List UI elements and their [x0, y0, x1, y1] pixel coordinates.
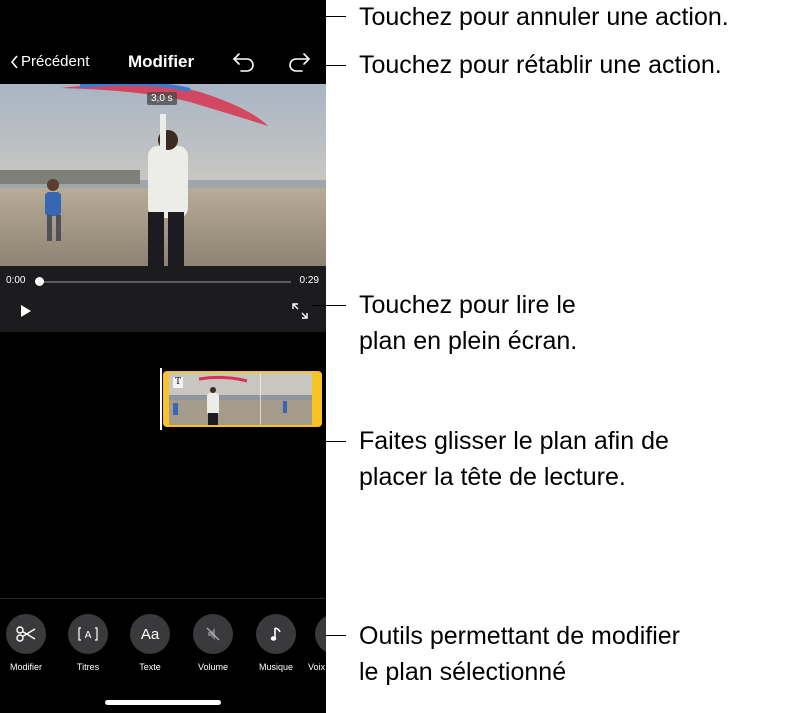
- play-button[interactable]: [20, 304, 32, 323]
- callout-playhead-line1: Faites glisser le plan afin de: [359, 427, 669, 455]
- callout-undo: Touchez pour annuler une action.: [359, 3, 729, 31]
- microphone-icon: [315, 614, 326, 654]
- titles-icon: A: [68, 614, 108, 654]
- tool-texte[interactable]: Aa Texte: [127, 614, 173, 672]
- tool-volume[interactable]: Volume: [190, 614, 236, 672]
- tool-musique[interactable]: Musique: [253, 614, 299, 672]
- undo-leader-line: [249, 16, 250, 46]
- expand-icon: [292, 303, 308, 319]
- back-button-label: Précédent: [21, 53, 90, 70]
- text-icon: Aa: [130, 614, 170, 654]
- tool-label: Volume: [197, 662, 229, 672]
- clip-thumbnails: [169, 373, 312, 425]
- title-marker-icon: T: [173, 377, 183, 388]
- home-indicator: [105, 700, 221, 705]
- iphone-screen: Précédent Modifier 3,0 s 0:00 0:29 T Mod…: [0, 0, 326, 713]
- tool-label: Titres: [76, 662, 100, 672]
- clip-duration-badge: 3,0 s: [147, 92, 177, 105]
- tool-label: Texte: [139, 662, 161, 672]
- tool-titres[interactable]: A Titres: [65, 614, 111, 672]
- current-time: 0:00: [6, 275, 26, 286]
- tool-label: Voix: [308, 662, 326, 672]
- undo-icon: [232, 53, 254, 72]
- total-time: 0:29: [299, 275, 319, 286]
- redo-icon: [289, 53, 311, 72]
- scrubber-track[interactable]: [38, 281, 291, 283]
- playback-controls: 0:00 0:29: [0, 266, 326, 332]
- tool-voix[interactable]: Voix: [308, 614, 326, 672]
- tool-modifier[interactable]: Modifier: [3, 614, 49, 672]
- callout-fullscreen-line2: plan en plein écran.: [359, 327, 578, 355]
- callout-redo: Touchez pour rétablir une action.: [359, 51, 722, 79]
- undo-leader-line: [249, 16, 346, 17]
- play-icon: [21, 305, 31, 317]
- fullscreen-leader-line: [312, 305, 346, 306]
- playhead-leader-line: [161, 441, 346, 442]
- chevron-left-icon: [10, 54, 18, 69]
- undo-button[interactable]: [232, 50, 258, 79]
- callout-tools-line2: le plan sélectionné: [359, 658, 567, 686]
- scrubber-knob[interactable]: [35, 277, 44, 286]
- page-title: Modifier: [128, 52, 195, 71]
- redo-button[interactable]: [285, 50, 311, 79]
- callout-tools-line1: Outils permettant de modifier: [359, 622, 680, 650]
- scissors-icon: [6, 614, 46, 654]
- video-preview[interactable]: [0, 84, 326, 266]
- callout-playhead-line2: placer la tête de lecture.: [359, 463, 626, 491]
- tool-label: Modifier: [9, 662, 42, 672]
- svg-text:A: A: [85, 630, 92, 641]
- toolbar-divider: [0, 598, 326, 599]
- fullscreen-button[interactable]: [292, 303, 308, 324]
- video-frame: [0, 84, 326, 266]
- tools-leader-line: [326, 635, 346, 636]
- playhead: [160, 368, 162, 430]
- volume-muted-icon: [193, 614, 233, 654]
- tool-label: Musique: [258, 662, 294, 672]
- redo-leader-line: [316, 65, 346, 66]
- music-note-icon: [256, 614, 296, 654]
- callout-fullscreen-line1: Touchez pour lire le: [359, 291, 576, 319]
- back-button[interactable]: Précédent: [10, 53, 89, 70]
- navigation-bar: Précédent Modifier: [0, 40, 326, 84]
